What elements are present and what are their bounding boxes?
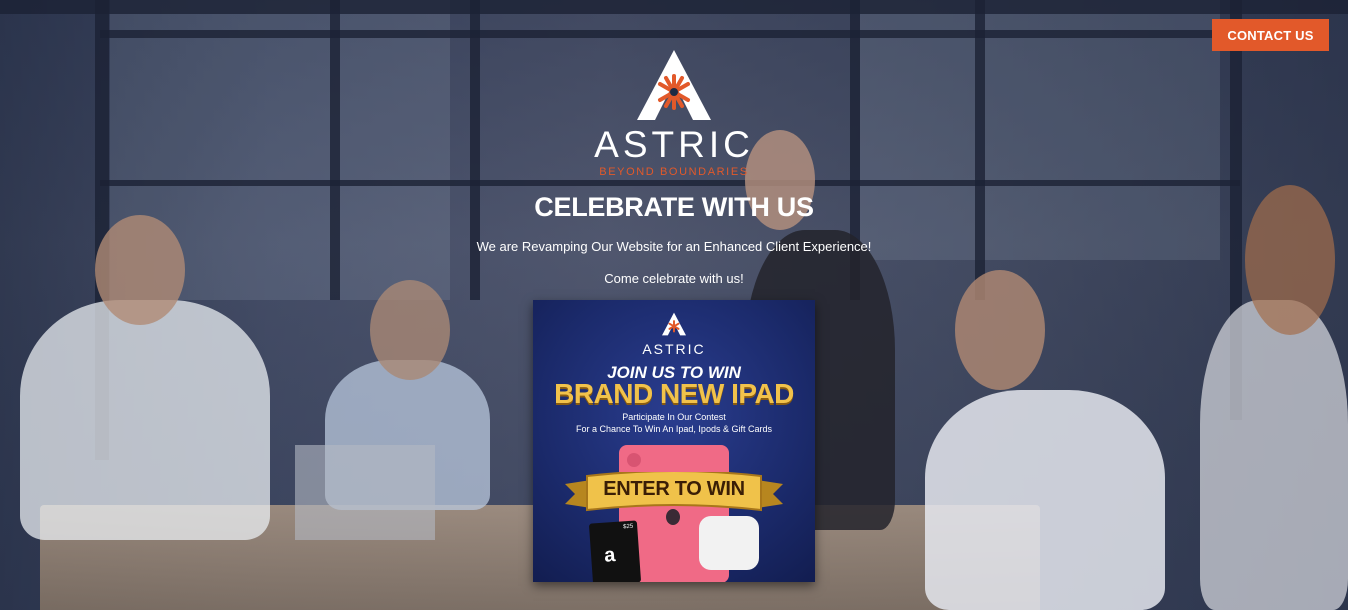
page-title: CELEBRATE WITH US: [534, 192, 814, 222]
camera-icon: [627, 453, 641, 467]
brand-tagline: BEYOND BOUNDARIES: [599, 166, 749, 178]
airpods-image: [699, 516, 759, 570]
promo-title: BRAND NEW IPAD: [554, 378, 794, 409]
announcement-text: We are Revamping Our Website for an Enha…: [476, 239, 872, 254]
astric-star-logo-icon: [637, 50, 711, 120]
gift-card-value: $25: [623, 523, 634, 531]
celebrate-text: Come celebrate with us!: [604, 271, 744, 286]
contest-promo-banner[interactable]: ASTRIC JOIN US TO WIN BRAND NEW IPAD Par…: [533, 300, 815, 582]
amazon-gift-card-image: $25 a: [588, 520, 642, 582]
brand-name: ASTRIC: [594, 124, 754, 165]
astric-logo: ASTRIC BEYOND BOUNDARIES: [594, 48, 754, 183]
promo-logo: ASTRIC: [533, 312, 815, 357]
enter-to-win-button[interactable]: ENTER TO WIN: [533, 478, 815, 501]
astric-star-logo-icon: [662, 312, 686, 336]
promo-brand-name: ASTRIC: [642, 341, 706, 357]
promo-description-2: For a Chance To Win An Ipad, Ipods & Gif…: [576, 424, 772, 434]
promo-description-1: Participate In Our Contest: [622, 412, 726, 422]
contact-us-button[interactable]: CONTACT US: [1212, 19, 1329, 51]
amazon-logo-icon: a: [603, 544, 617, 567]
